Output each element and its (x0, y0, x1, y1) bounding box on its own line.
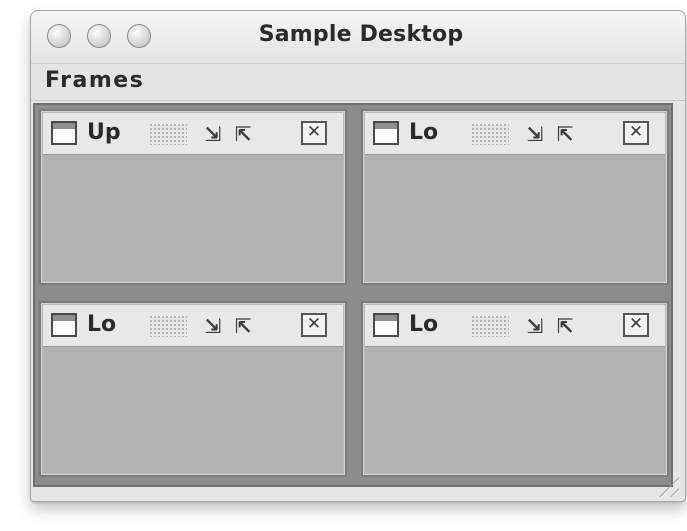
desktop-pane: Up ⇲ ⇱ ✕ Lo ⇲ ⇱ ✕ Lo ⇲ ⇱ ✕ Lo ⇲ ⇱ ✕ (33, 103, 673, 487)
internal-frame-title-bar[interactable]: Lo ⇲ ⇱ ✕ (365, 305, 665, 347)
title-grip (149, 123, 187, 145)
internal-frame[interactable]: Lo ⇲ ⇱ ✕ (39, 301, 347, 477)
maximize-icon[interactable]: ⇱ (551, 313, 579, 339)
internal-frame-content (43, 155, 343, 281)
maximize-icon[interactable]: ⇱ (229, 313, 257, 339)
internal-frame-content (365, 155, 665, 281)
internal-frame-title-bar[interactable]: Lo ⇲ ⇱ ✕ (365, 113, 665, 155)
close-icon[interactable]: ✕ (301, 313, 327, 337)
title-grip (149, 315, 187, 337)
internal-frame-title: Lo (409, 312, 439, 337)
iconify-icon[interactable]: ⇲ (521, 121, 549, 147)
internal-frame-title-bar[interactable]: Lo ⇲ ⇱ ✕ (43, 305, 343, 347)
menu-bar: Frames (31, 64, 685, 101)
maximize-icon[interactable]: ⇱ (551, 121, 579, 147)
internal-frame-title: Lo (87, 312, 117, 337)
internal-frame-title-bar[interactable]: Up ⇲ ⇱ ✕ (43, 113, 343, 155)
internal-frame[interactable]: Lo ⇲ ⇱ ✕ (361, 109, 669, 285)
internal-frame-content (43, 347, 343, 473)
maximize-icon[interactable]: ⇱ (229, 121, 257, 147)
close-icon[interactable]: ✕ (301, 121, 327, 145)
menu-frames[interactable]: Frames (45, 68, 144, 93)
iconify-icon[interactable]: ⇲ (199, 313, 227, 339)
close-icon[interactable]: ✕ (623, 121, 649, 145)
frame-icon[interactable] (373, 313, 399, 337)
zoom-traffic-icon[interactable] (127, 24, 151, 48)
title-grip (471, 315, 509, 337)
internal-frame[interactable]: Up ⇲ ⇱ ✕ (39, 109, 347, 285)
frame-icon[interactable] (373, 121, 399, 145)
window-title-bar[interactable]: Sample Desktop (31, 11, 685, 64)
close-icon[interactable]: ✕ (623, 313, 649, 337)
internal-frame-content (365, 347, 665, 473)
minimize-traffic-icon[interactable] (87, 24, 111, 48)
iconify-icon[interactable]: ⇲ (199, 121, 227, 147)
frame-icon[interactable] (51, 121, 77, 145)
close-traffic-icon[interactable] (47, 24, 71, 48)
internal-frame-title: Up (87, 120, 121, 145)
internal-frame-title: Lo (409, 120, 439, 145)
frame-icon[interactable] (51, 313, 77, 337)
internal-frame[interactable]: Lo ⇲ ⇱ ✕ (361, 301, 669, 477)
window-title: Sample Desktop (258, 22, 464, 47)
iconify-icon[interactable]: ⇲ (521, 313, 549, 339)
title-grip (471, 123, 509, 145)
application-window: Sample Desktop Frames Up ⇲ ⇱ ✕ Lo ⇲ ⇱ ✕ … (30, 10, 686, 502)
